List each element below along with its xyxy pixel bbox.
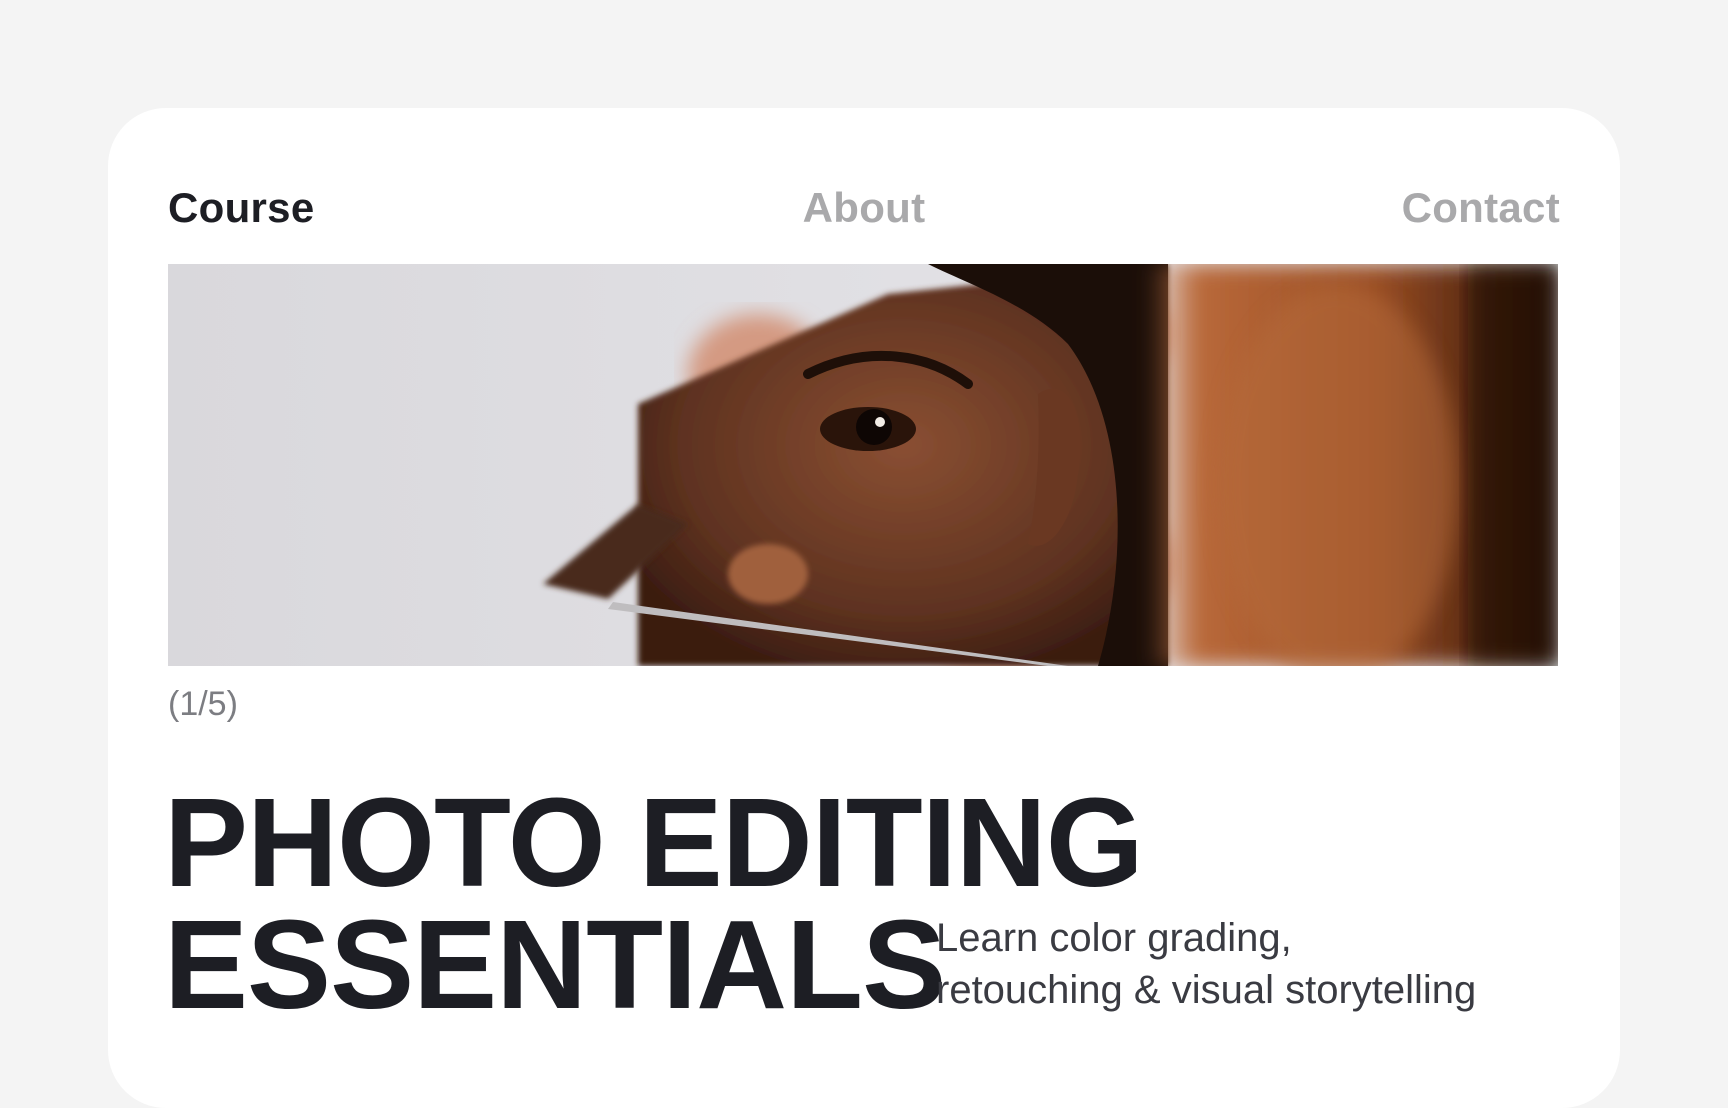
subtitle: Learn color grading, retouching & visual… bbox=[936, 912, 1576, 1016]
hero-image bbox=[168, 264, 1558, 666]
subtitle-line-2: retouching & visual storytelling bbox=[936, 968, 1477, 1012]
main-card: Course About Contact (1/5) PHOTO EDITING… bbox=[108, 108, 1620, 1108]
subtitle-line-1: Learn color grading, bbox=[936, 916, 1292, 960]
nav-link-contact[interactable]: Contact bbox=[1402, 172, 1560, 244]
top-navigation: Course About Contact bbox=[168, 172, 1560, 244]
nav-link-course[interactable]: Course bbox=[168, 172, 315, 244]
slide-counter: (1/5) bbox=[168, 685, 238, 723]
portrait-photo bbox=[168, 264, 1558, 666]
nav-link-about[interactable]: About bbox=[803, 172, 926, 244]
title-line-1: PHOTO EDITING bbox=[164, 772, 1144, 913]
